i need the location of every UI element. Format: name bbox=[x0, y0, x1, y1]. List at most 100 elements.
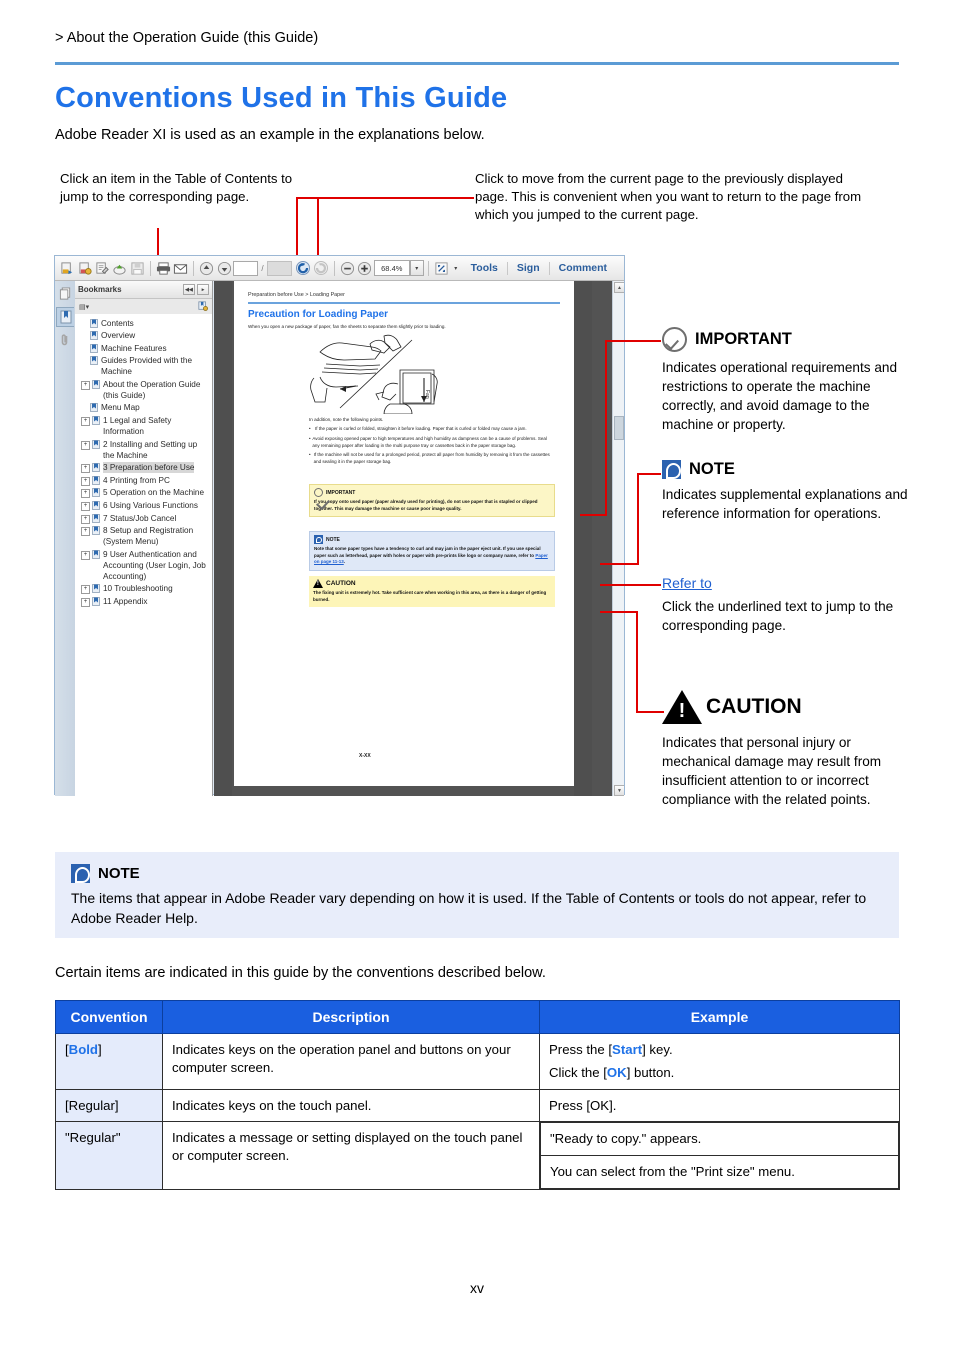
document-scrollbar[interactable]: ▲ ▼ bbox=[612, 281, 624, 796]
zoom-out-icon[interactable] bbox=[340, 260, 355, 277]
pdf-lead-text: When you open a new package of paper, fa… bbox=[248, 324, 446, 329]
annotation-previous-page-caption: Click to move from the current page to t… bbox=[475, 171, 862, 223]
expand-toggle-icon[interactable]: + bbox=[81, 489, 90, 499]
bookmark-label: 4 Printing from PC bbox=[103, 475, 170, 485]
table-row: [Bold] Indicates keys on the operation p… bbox=[55, 1033, 900, 1090]
bookmark-spacer bbox=[81, 357, 88, 364]
bookmark-item[interactable]: +2 Installing and Setting up the Machine bbox=[81, 438, 210, 461]
comment-button[interactable]: Comment bbox=[550, 262, 616, 274]
table-header-row: Convention Description Example bbox=[55, 1000, 900, 1034]
legend-important-header: IMPORTANT bbox=[662, 327, 912, 352]
panel-options-button[interactable]: ▸ bbox=[197, 284, 209, 295]
back-view-icon[interactable] bbox=[295, 260, 311, 277]
sign-button[interactable]: Sign bbox=[508, 262, 549, 274]
secure-document-icon[interactable] bbox=[77, 260, 92, 277]
nested-row: "Ready to copy." appears. bbox=[540, 1122, 899, 1157]
pdf-important-body: If you copy onto used paper (paper alrea… bbox=[314, 499, 538, 511]
page-of-separator: / bbox=[261, 263, 264, 273]
zoom-dropdown-icon[interactable]: ▾ bbox=[409, 260, 424, 276]
tools-button[interactable]: Tools bbox=[462, 262, 507, 274]
bookmark-flag-icon bbox=[92, 379, 100, 389]
page-title: Conventions Used in This Guide bbox=[55, 82, 508, 114]
bookmark-flag-icon bbox=[92, 597, 100, 606]
expand-toggle-icon[interactable]: + bbox=[81, 440, 90, 450]
expand-toggle-icon[interactable]: + bbox=[81, 464, 90, 474]
bookmarks-list: Contents Overview Machine Features Guides P… bbox=[75, 314, 212, 796]
table-row: "Regular" Indicates a message or setting… bbox=[55, 1121, 900, 1191]
scrollbar-thumb[interactable] bbox=[614, 416, 624, 440]
scroll-up-arrow[interactable]: ▲ bbox=[614, 282, 624, 293]
expand-toggle-icon[interactable]: + bbox=[81, 527, 90, 537]
share-cloud-icon[interactable] bbox=[112, 260, 127, 277]
bookmark-item[interactable]: +3 Preparation before Use bbox=[81, 462, 210, 474]
expand-toggle-icon[interactable]: + bbox=[81, 550, 90, 560]
expand-toggle-icon[interactable]: + bbox=[81, 501, 90, 511]
bookmark-item[interactable]: +9 User Authentication and Accounting (U… bbox=[81, 548, 210, 582]
fanning-paper-illustration: Fan bbox=[304, 334, 464, 415]
zoom-in-icon[interactable] bbox=[357, 260, 372, 277]
bookmark-item[interactable]: +10 Troubleshooting bbox=[81, 583, 210, 595]
expand-toggle-icon[interactable]: + bbox=[81, 417, 90, 426]
bookmark-label: 11 Appendix bbox=[103, 596, 148, 606]
bookmark-item[interactable]: Machine Features bbox=[81, 342, 210, 354]
toolbar-right-group: Tools Sign Comment bbox=[462, 261, 620, 275]
nested-row: You can select from the "Print size" men… bbox=[540, 1155, 899, 1190]
pdf-page-footer: X-XX bbox=[359, 753, 371, 759]
page-thumbnails-icon[interactable] bbox=[56, 284, 74, 304]
expand-toggle-icon[interactable]: + bbox=[81, 476, 90, 486]
new-bookmark-icon[interactable] bbox=[198, 298, 208, 316]
page-number-input[interactable] bbox=[232, 260, 259, 276]
conventions-table: Convention Description Example [Bold] In… bbox=[55, 1000, 900, 1191]
bookmark-item[interactable]: +6 Using Various Functions bbox=[81, 499, 210, 511]
pdf-important-box: IMPORTANT If you copy onto used paper (p… bbox=[309, 484, 555, 518]
email-icon[interactable] bbox=[173, 260, 188, 277]
save-icon[interactable] bbox=[129, 260, 144, 277]
collapse-panel-button[interactable]: ◀◀ bbox=[183, 284, 195, 295]
scroll-down-arrow[interactable]: ▼ bbox=[614, 785, 624, 796]
bookmark-item[interactable]: Menu Map bbox=[81, 402, 210, 414]
bookmark-item[interactable]: +11 Appendix bbox=[81, 595, 210, 607]
bookmarks-icon[interactable] bbox=[56, 307, 74, 327]
bookmark-item[interactable]: Overview bbox=[81, 330, 210, 342]
bookmark-item[interactable]: +8 Setup and Registration (System Menu) bbox=[81, 525, 210, 548]
bookmark-label: Menu Map bbox=[101, 403, 140, 413]
zoom-level-input[interactable]: 68.4% bbox=[373, 260, 410, 276]
bookmark-item[interactable]: +7 Status/Job Cancel bbox=[81, 512, 210, 524]
bookmark-options-icon[interactable]: ▤▾ bbox=[79, 303, 89, 311]
legend-refer-title[interactable]: Refer to bbox=[662, 575, 912, 591]
column-header-example: Example bbox=[539, 1000, 900, 1034]
expand-toggle-icon[interactable]: + bbox=[81, 380, 90, 390]
bookmark-item[interactable]: Guides Provided with the Machine bbox=[81, 355, 210, 378]
expand-toggle-icon[interactable]: + bbox=[81, 514, 90, 524]
fit-page-dropdown-icon[interactable]: ▾ bbox=[450, 261, 462, 275]
print-icon[interactable] bbox=[156, 260, 171, 277]
forward-view-icon[interactable] bbox=[313, 260, 329, 277]
expand-toggle-icon[interactable]: + bbox=[81, 597, 90, 607]
cell-example-quoted: "Ready to copy." appears. You can select… bbox=[539, 1121, 900, 1191]
viewport-right-gutter bbox=[574, 281, 592, 796]
bookmark-item[interactable]: +1 Legal and Safety Information bbox=[81, 415, 210, 438]
sign-document-icon[interactable] bbox=[95, 260, 110, 277]
table-body: [Bold] Indicates keys on the operation p… bbox=[55, 1033, 900, 1191]
bookmark-item[interactable]: + About the Operation Guide (this Guide) bbox=[81, 378, 210, 401]
fit-page-icon[interactable] bbox=[434, 260, 449, 277]
bookmark-flag-icon bbox=[90, 331, 98, 340]
bookmark-item[interactable]: +4 Printing from PC bbox=[81, 474, 210, 486]
bookmark-item[interactable]: +5 Operation on the Machine bbox=[81, 487, 210, 499]
previous-page-icon[interactable] bbox=[199, 260, 214, 277]
bookmark-item[interactable]: Contents bbox=[81, 317, 210, 329]
pdf-breadcrumb: Preparation before Use > Loading Paper bbox=[248, 292, 345, 298]
save-a-copy-icon[interactable] bbox=[60, 260, 75, 277]
legend-important-title: IMPORTANT bbox=[695, 330, 792, 348]
table-lead-text: Certain items are indicated in this guid… bbox=[55, 965, 546, 981]
legend-note-header: NOTE bbox=[662, 460, 912, 479]
cell-description-bold: Indicates keys on the operation panel an… bbox=[162, 1033, 540, 1090]
leader-line-caution-h-top bbox=[600, 611, 638, 613]
expand-toggle-icon[interactable]: + bbox=[81, 585, 90, 595]
next-page-icon[interactable] bbox=[217, 260, 232, 277]
attachments-icon[interactable] bbox=[56, 330, 74, 350]
page-subtitle: Adobe Reader XI is used as an example in… bbox=[55, 127, 485, 143]
pdf-important-title: IMPORTANT bbox=[326, 489, 356, 496]
page-folio: xv bbox=[470, 1280, 484, 1296]
pdf-note-header: NOTE bbox=[314, 535, 550, 544]
